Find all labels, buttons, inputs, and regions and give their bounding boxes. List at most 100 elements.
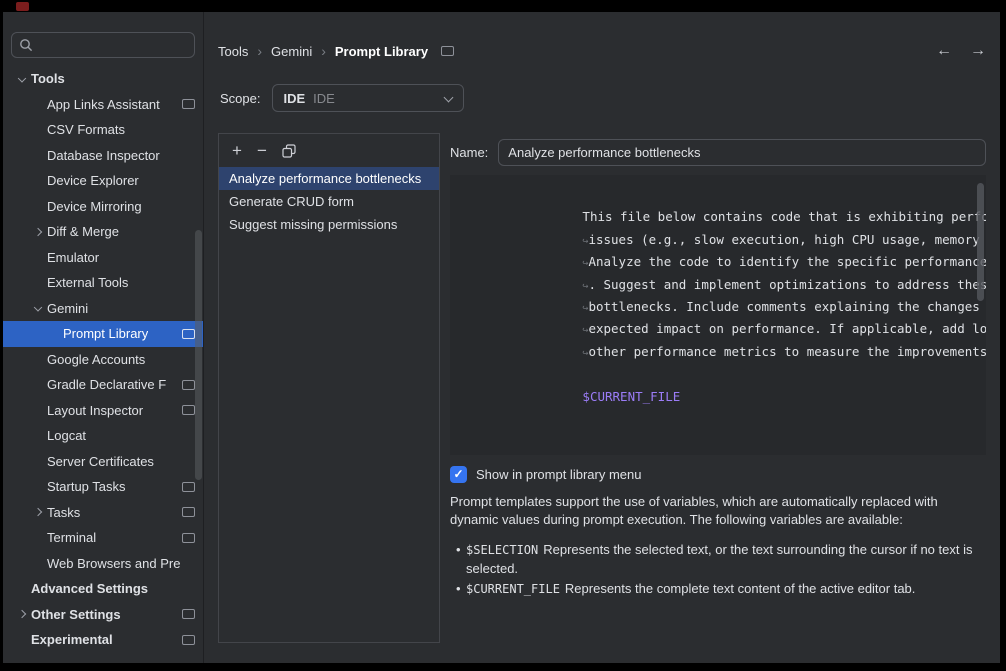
sidebar-scrollbar[interactable] — [195, 230, 202, 480]
breadcrumb-item[interactable]: Tools — [218, 44, 248, 59]
settings-tree-item[interactable]: Tasks — [3, 500, 203, 526]
ide-setting-icon — [182, 533, 195, 543]
forward-button[interactable]: → — [970, 42, 986, 60]
settings-tree-item[interactable]: Database Inspector — [3, 143, 203, 169]
chevron-icon — [31, 474, 47, 500]
prompt-detail: Name: This file below contains code that… — [450, 133, 986, 643]
remove-button[interactable]: − — [257, 142, 267, 159]
chevron-icon — [31, 296, 47, 322]
chevron-icon — [47, 321, 63, 347]
prompt-item[interactable]: Generate CRUD form — [219, 190, 439, 213]
settings-tree-item[interactable]: Experimental — [3, 627, 203, 653]
ide-setting-icon — [182, 635, 195, 645]
copy-button[interactable] — [282, 144, 296, 158]
tree-item-label: App Links Assistant — [47, 97, 160, 112]
settings-tree-item[interactable]: External Tools — [3, 270, 203, 296]
variables-description: Prompt templates support the use of vari… — [450, 493, 986, 528]
tree-item-label: Prompt Library — [63, 326, 148, 341]
settings-tree-item[interactable]: Diff & Merge — [3, 219, 203, 245]
top-bar: Tools › Gemini › Prompt Library ← → — [218, 40, 986, 62]
tree-item-label: Server Certificates — [47, 454, 154, 469]
settings-tree-item[interactable]: Device Explorer — [3, 168, 203, 194]
back-button[interactable]: ← — [936, 42, 952, 60]
settings-tree-item[interactable]: Layout Inspector — [3, 398, 203, 424]
ide-setting-icon — [182, 380, 195, 390]
settings-tree-item[interactable]: Advanced Settings — [3, 576, 203, 602]
ide-setting-icon — [441, 46, 454, 56]
tree-item-label: Device Explorer — [47, 173, 139, 188]
tree-item-label: Terminal — [47, 530, 96, 545]
show-in-menu-row: ✓ Show in prompt library menu — [450, 465, 986, 483]
breadcrumb-item[interactable]: Gemini — [271, 44, 312, 59]
record-indicator — [16, 2, 29, 11]
chevron-icon — [31, 398, 47, 424]
tree-item-label: Google Accounts — [47, 352, 145, 367]
settings-tree-item[interactable]: Device Mirroring — [3, 194, 203, 220]
scope-hint: IDE — [313, 91, 335, 106]
chevron-icon — [31, 525, 47, 551]
editor-line-text: . Suggest and implement optimizations to… — [588, 277, 986, 292]
tree-item-label: Tools — [31, 71, 65, 86]
tree-item-label: Web Browsers and Pre — [47, 556, 180, 571]
breadcrumb-separator-icon: › — [257, 43, 262, 59]
settings-tree-item[interactable]: Gemini — [3, 296, 203, 322]
search-input[interactable] — [38, 38, 187, 53]
settings-tree-item[interactable]: CSV Formats — [3, 117, 203, 143]
tree-item-label: Gemini — [47, 301, 88, 316]
editor-line-text: $CURRENT_FILE — [582, 389, 680, 404]
editor-line-text: expected impact on performance. If appli… — [588, 321, 986, 336]
settings-tree-item[interactable]: Startup Tasks — [3, 474, 203, 500]
chevron-icon — [31, 449, 47, 475]
chevron-icon — [31, 219, 47, 245]
chevron-icon — [31, 168, 47, 194]
tree-item-label: Gradle Declarative F — [47, 377, 166, 392]
settings-tree-item[interactable]: Other Settings — [3, 602, 203, 628]
tree-item-label: Emulator — [47, 250, 99, 265]
settings-tree-item[interactable]: Google Accounts — [3, 347, 203, 373]
prompt-list-toolbar: + − — [219, 134, 439, 167]
settings-content: Tools › Gemini › Prompt Library ← → Scop… — [204, 12, 1000, 663]
variable-name: $CURRENT_FILE — [466, 582, 560, 596]
chevron-icon — [31, 347, 47, 373]
search-icon — [19, 38, 33, 52]
chevron-icon — [31, 245, 47, 271]
settings-tree-item[interactable]: Prompt Library — [3, 321, 203, 347]
show-in-menu-checkbox[interactable]: ✓ — [450, 466, 467, 483]
settings-search — [11, 32, 195, 58]
copy-icon — [282, 144, 296, 158]
variable-bullet-text: $CURRENT_FILERepresents the complete tex… — [466, 580, 915, 599]
editor-line-text: This file below contains code that is ex… — [582, 209, 986, 224]
prompt-library-content: + − Analyze performance bottlenecks — [218, 133, 986, 663]
settings-tree-item[interactable]: Gradle Declarative F — [3, 372, 203, 398]
settings-tree-item[interactable]: Terminal — [3, 525, 203, 551]
chevron-icon — [31, 117, 47, 143]
prompt-item[interactable]: Suggest missing permissions — [219, 213, 439, 236]
scope-select[interactable]: IDE IDE — [272, 84, 464, 112]
settings-tree-item[interactable]: Tools — [3, 66, 203, 92]
tree-item-label: CSV Formats — [47, 122, 125, 137]
prompt-item[interactable]: Analyze performance bottlenecks — [219, 167, 439, 190]
ide-setting-icon — [182, 507, 195, 517]
chevron-icon — [31, 143, 47, 169]
settings-tree-item[interactable]: App Links Assistant — [3, 92, 203, 118]
checkbox-label: Show in prompt library menu — [476, 467, 641, 482]
tree-item-label: Tasks — [47, 505, 80, 520]
variable-bullet: $SELECTIONRepresents the selected text, … — [450, 541, 986, 577]
add-button[interactable]: + — [232, 142, 242, 159]
settings-tree-item[interactable]: Server Certificates — [3, 449, 203, 475]
chevron-icon — [31, 372, 47, 398]
settings-tree-item[interactable]: Logcat — [3, 423, 203, 449]
bullet-icon — [450, 541, 466, 577]
variable-desc: Represents the selected text, or the tex… — [466, 542, 972, 576]
editor-scrollbar[interactable] — [977, 183, 984, 301]
variable-bullet-text: $SELECTIONRepresents the selected text, … — [466, 541, 986, 577]
scope-row: Scope: IDE IDE — [218, 84, 986, 112]
prompt-editor[interactable]: This file below contains code that is ex… — [450, 175, 986, 455]
ide-setting-icon — [182, 482, 195, 492]
settings-sidebar: Tools App Links Assistant CSV Formats — [3, 12, 204, 663]
settings-tree-item[interactable]: Emulator — [3, 245, 203, 271]
settings-tree-item[interactable]: Web Browsers and Pre — [3, 551, 203, 577]
editor-line-text: other performance metrics to measure the… — [588, 344, 986, 359]
name-input[interactable] — [498, 139, 986, 166]
scope-selected-value: IDE — [283, 91, 305, 106]
